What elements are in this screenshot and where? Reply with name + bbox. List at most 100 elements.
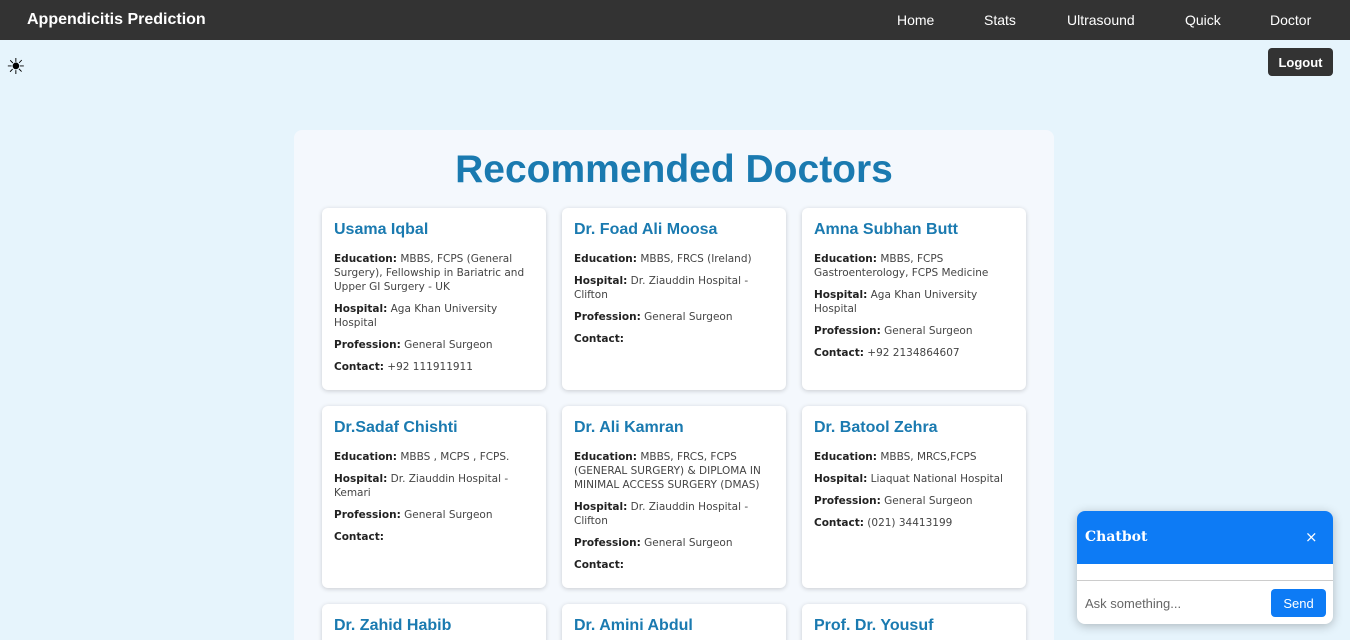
close-icon[interactable]: ×	[1305, 528, 1318, 546]
contact-field: Contact: +92 2134864607	[814, 346, 1014, 360]
contact-label: Contact:	[574, 333, 624, 345]
chatbot-input[interactable]	[1085, 590, 1265, 616]
contact-label: Contact:	[334, 531, 384, 543]
doctor-card: Dr. Batool Zehra Education: MBBS, MRCS,F…	[802, 406, 1026, 588]
contact-field: Contact: +92 111911911	[334, 360, 534, 374]
education-field: Education: MBBS , MCPS , FCPS.	[334, 450, 534, 464]
hospital-value: Liaquat National Hospital	[870, 473, 1003, 485]
doctor-details: Education: MBBS, FRCS, FCPS (GENERAL SUR…	[574, 450, 774, 580]
profession-value: General Surgeon	[884, 495, 973, 507]
doctor-card: Dr. Foad Ali Moosa Education: MBBS, FRCS…	[562, 208, 786, 390]
doctor-name: Dr. Amini Abdul	[574, 617, 693, 634]
top-navbar: Appendicitis Prediction Home Stats Ultra…	[0, 0, 1350, 40]
contact-label: Contact:	[814, 517, 864, 529]
profession-label: Profession:	[334, 509, 401, 521]
logout-button[interactable]: Logout	[1268, 48, 1333, 76]
education-field: Education: MBBS, FRCS, FCPS (GENERAL SUR…	[574, 450, 774, 492]
doctor-card: Dr. Amini Abdul	[562, 604, 786, 640]
doctor-name: Dr.Sadaf Chishti	[334, 419, 458, 436]
profession-label: Profession:	[334, 339, 401, 351]
education-label: Education:	[814, 451, 877, 463]
profession-label: Profession:	[814, 495, 881, 507]
contact-label: Contact:	[334, 361, 384, 373]
contact-field: Contact:	[574, 558, 774, 572]
profession-value: General Surgeon	[404, 339, 493, 351]
contact-value: +92 111911911	[387, 361, 473, 373]
page-title: Recommended Doctors	[455, 148, 893, 191]
send-button[interactable]: Send	[1271, 589, 1326, 617]
contact-label: Contact:	[814, 347, 864, 359]
education-field: Education: MBBS, FRCS (Ireland)	[574, 252, 774, 266]
nav-ultrasound[interactable]: Ultrasound	[1067, 12, 1135, 28]
hospital-field: Hospital: Liaquat National Hospital	[814, 472, 1014, 486]
doctor-card: Amna Subhan Butt Education: MBBS, FCPS G…	[802, 208, 1026, 390]
education-value: MBBS, FRCS (Ireland)	[640, 253, 752, 265]
education-field: Education: MBBS, FCPS Gastroenterology, …	[814, 252, 1014, 280]
hospital-label: Hospital:	[574, 501, 628, 513]
doctor-name: Usama Iqbal	[334, 221, 429, 238]
chatbot-header: Chatbot ×	[1077, 511, 1333, 564]
hospital-field: Hospital: Dr. Ziauddin Hospital - Kemari	[334, 472, 534, 500]
doctor-details: Education: MBBS, FRCS (Ireland) Hospital…	[574, 252, 774, 354]
contact-value: +92 2134864607	[867, 347, 960, 359]
hospital-label: Hospital:	[334, 473, 388, 485]
sun-icon[interactable]: ☀	[6, 56, 26, 80]
profession-value: General Surgeon	[644, 537, 733, 549]
brand-title[interactable]: Appendicitis Prediction	[27, 11, 206, 29]
chatbot-divider	[1077, 580, 1333, 581]
doctor-details: Education: MBBS, FCPS (General Surgery),…	[334, 252, 534, 382]
profession-value: General Surgeon	[404, 509, 493, 521]
hospital-label: Hospital:	[814, 289, 868, 301]
education-value: MBBS, MRCS,FCPS	[880, 451, 977, 463]
contact-field: Contact: (021) 34413199	[814, 516, 1014, 530]
contact-field: Contact:	[334, 530, 534, 544]
hospital-field: Hospital: Aga Khan University Hospital	[814, 288, 1014, 316]
doctor-name: Dr. Batool Zehra	[814, 419, 938, 436]
doctor-name: Dr. Foad Ali Moosa	[574, 221, 718, 238]
chatbot-title: Chatbot	[1085, 529, 1148, 545]
doctor-card: Dr.Sadaf Chishti Education: MBBS , MCPS …	[322, 406, 546, 588]
profession-value: General Surgeon	[644, 311, 733, 323]
doctor-details: Education: MBBS, MRCS,FCPS Hospital: Lia…	[814, 450, 1014, 538]
doctor-details: Education: MBBS, FCPS Gastroenterology, …	[814, 252, 1014, 368]
contact-label: Contact:	[574, 559, 624, 571]
doctor-card: Prof. Dr. Yousuf	[802, 604, 1026, 640]
hospital-field: Hospital: Aga Khan University Hospital	[334, 302, 534, 330]
hospital-field: Hospital: Dr. Ziauddin Hospital - Clifto…	[574, 500, 774, 528]
profession-field: Profession: General Surgeon	[814, 494, 1014, 508]
education-value: MBBS , MCPS , FCPS.	[400, 451, 510, 463]
hospital-field: Hospital: Dr. Ziauddin Hospital - Clifto…	[574, 274, 774, 302]
doctor-card: Dr. Zahid Habib	[322, 604, 546, 640]
doctor-card: Dr. Ali Kamran Education: MBBS, FRCS, FC…	[562, 406, 786, 588]
doctors-panel: Recommended Doctors Usama Iqbal Educatio…	[294, 130, 1054, 640]
profession-label: Profession:	[814, 325, 881, 337]
hospital-label: Hospital:	[334, 303, 388, 315]
contact-value: (021) 34413199	[867, 517, 953, 529]
profession-field: Profession: General Surgeon	[334, 508, 534, 522]
education-label: Education:	[574, 253, 637, 265]
education-label: Education:	[334, 451, 397, 463]
profession-field: Profession: General Surgeon	[814, 324, 1014, 338]
nav-home[interactable]: Home	[897, 12, 934, 28]
doctor-name: Dr. Ali Kamran	[574, 419, 684, 436]
doctor-card: Usama Iqbal Education: MBBS, FCPS (Gener…	[322, 208, 546, 390]
nav-stats[interactable]: Stats	[984, 12, 1016, 28]
nav-quick[interactable]: Quick	[1185, 12, 1221, 28]
nav-doctor[interactable]: Doctor	[1270, 12, 1311, 28]
education-field: Education: MBBS, FCPS (General Surgery),…	[334, 252, 534, 294]
doctor-name: Amna Subhan Butt	[814, 221, 958, 238]
chatbot-widget: Chatbot × Send	[1077, 511, 1333, 624]
education-field: Education: MBBS, MRCS,FCPS	[814, 450, 1014, 464]
education-label: Education:	[334, 253, 397, 265]
education-label: Education:	[574, 451, 637, 463]
doctor-details: Education: MBBS , MCPS , FCPS. Hospital:…	[334, 450, 534, 552]
profession-field: Profession: General Surgeon	[334, 338, 534, 352]
doctor-name: Dr. Zahid Habib	[334, 617, 452, 634]
education-label: Education:	[814, 253, 877, 265]
contact-field: Contact:	[574, 332, 774, 346]
profession-label: Profession:	[574, 537, 641, 549]
profession-field: Profession: General Surgeon	[574, 310, 774, 324]
profession-value: General Surgeon	[884, 325, 973, 337]
profession-label: Profession:	[574, 311, 641, 323]
profession-field: Profession: General Surgeon	[574, 536, 774, 550]
